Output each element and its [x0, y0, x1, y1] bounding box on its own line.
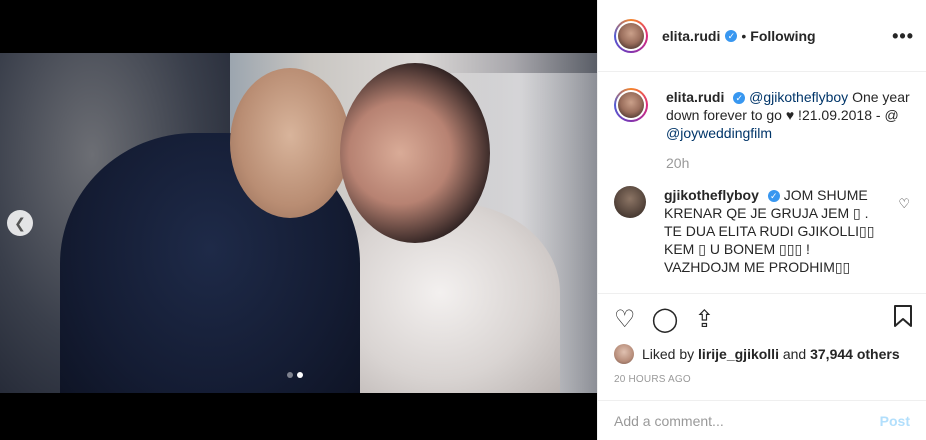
post-timestamp[interactable]: 20 HOURS AGO: [598, 364, 926, 385]
post-header: elita.rudi ✓ • Following •••: [598, 0, 926, 72]
photo-bride-head: [340, 63, 490, 243]
author-username[interactable]: elita.rudi: [662, 28, 720, 44]
likes-summary: Liked by lirije_gjikolli and 37,944 othe…: [598, 338, 926, 364]
carousel-dot-1: [287, 372, 293, 378]
chevron-left-icon: ❮: [14, 214, 26, 231]
caption-mention-2[interactable]: @joyweddingfilm: [666, 125, 772, 141]
caption-author[interactable]: elita.rudi: [666, 89, 724, 105]
comments-section: elita.rudi ✓ @gjikotheflyboy One year do…: [598, 72, 926, 294]
comment-body: gjikotheflyboy ✓ JOM SHUME KRENAR QE JE …: [664, 186, 910, 276]
carousel-indicator: [287, 372, 303, 378]
instagram-post-modal: ❮ elita.rudi ✓ • Following ••• elita.rud: [0, 0, 926, 440]
following-button[interactable]: Following: [750, 28, 815, 44]
likes-user[interactable]: lirije_gjikolli: [698, 346, 779, 362]
carousel-dot-2: [297, 372, 303, 378]
verified-icon: ✓: [725, 29, 738, 42]
post-actions: ♡ ◯ ⇪: [598, 294, 926, 338]
photo-groom-head: [230, 68, 350, 218]
caption-timestamp[interactable]: 20h: [666, 154, 910, 172]
verified-icon: ✓: [767, 190, 780, 203]
post-media: ❮: [0, 0, 597, 440]
heart-icon[interactable]: ♡: [614, 308, 636, 332]
post-sidebar: elita.rudi ✓ • Following ••• elita.rudi …: [597, 0, 926, 440]
add-comment-bar: Post: [598, 400, 926, 440]
commenter-avatar[interactable]: [614, 186, 646, 218]
post-comment-button[interactable]: Post: [880, 413, 910, 429]
comment-author[interactable]: gjikotheflyboy: [664, 187, 759, 203]
comment-icon[interactable]: ◯: [652, 308, 679, 332]
likes-others[interactable]: 37,944 others: [810, 346, 900, 362]
comment-input[interactable]: [614, 412, 880, 429]
author-avatar[interactable]: [614, 18, 648, 53]
post-photo: [0, 53, 597, 393]
bookmark-icon[interactable]: [892, 304, 914, 333]
liker-avatar[interactable]: [614, 344, 634, 364]
caption: elita.rudi ✓ @gjikotheflyboy One year do…: [614, 88, 910, 172]
verified-icon: ✓: [733, 92, 746, 105]
header-separator: •: [741, 27, 747, 44]
carousel-prev-button[interactable]: ❮: [7, 210, 33, 236]
more-options-icon[interactable]: •••: [892, 26, 914, 47]
likes-prefix: Liked by: [642, 346, 695, 362]
comment-like-heart-icon[interactable]: ♡: [898, 196, 910, 212]
likes-suffix: and: [782, 346, 807, 362]
caption-mention[interactable]: @gjikotheflyboy: [749, 89, 848, 105]
caption-author-avatar[interactable]: [614, 88, 648, 122]
caption-body: elita.rudi ✓ @gjikotheflyboy One year do…: [666, 88, 910, 172]
share-icon[interactable]: ⇪: [694, 308, 714, 332]
comment-item: gjikotheflyboy ✓ JOM SHUME KRENAR QE JE …: [614, 186, 910, 276]
